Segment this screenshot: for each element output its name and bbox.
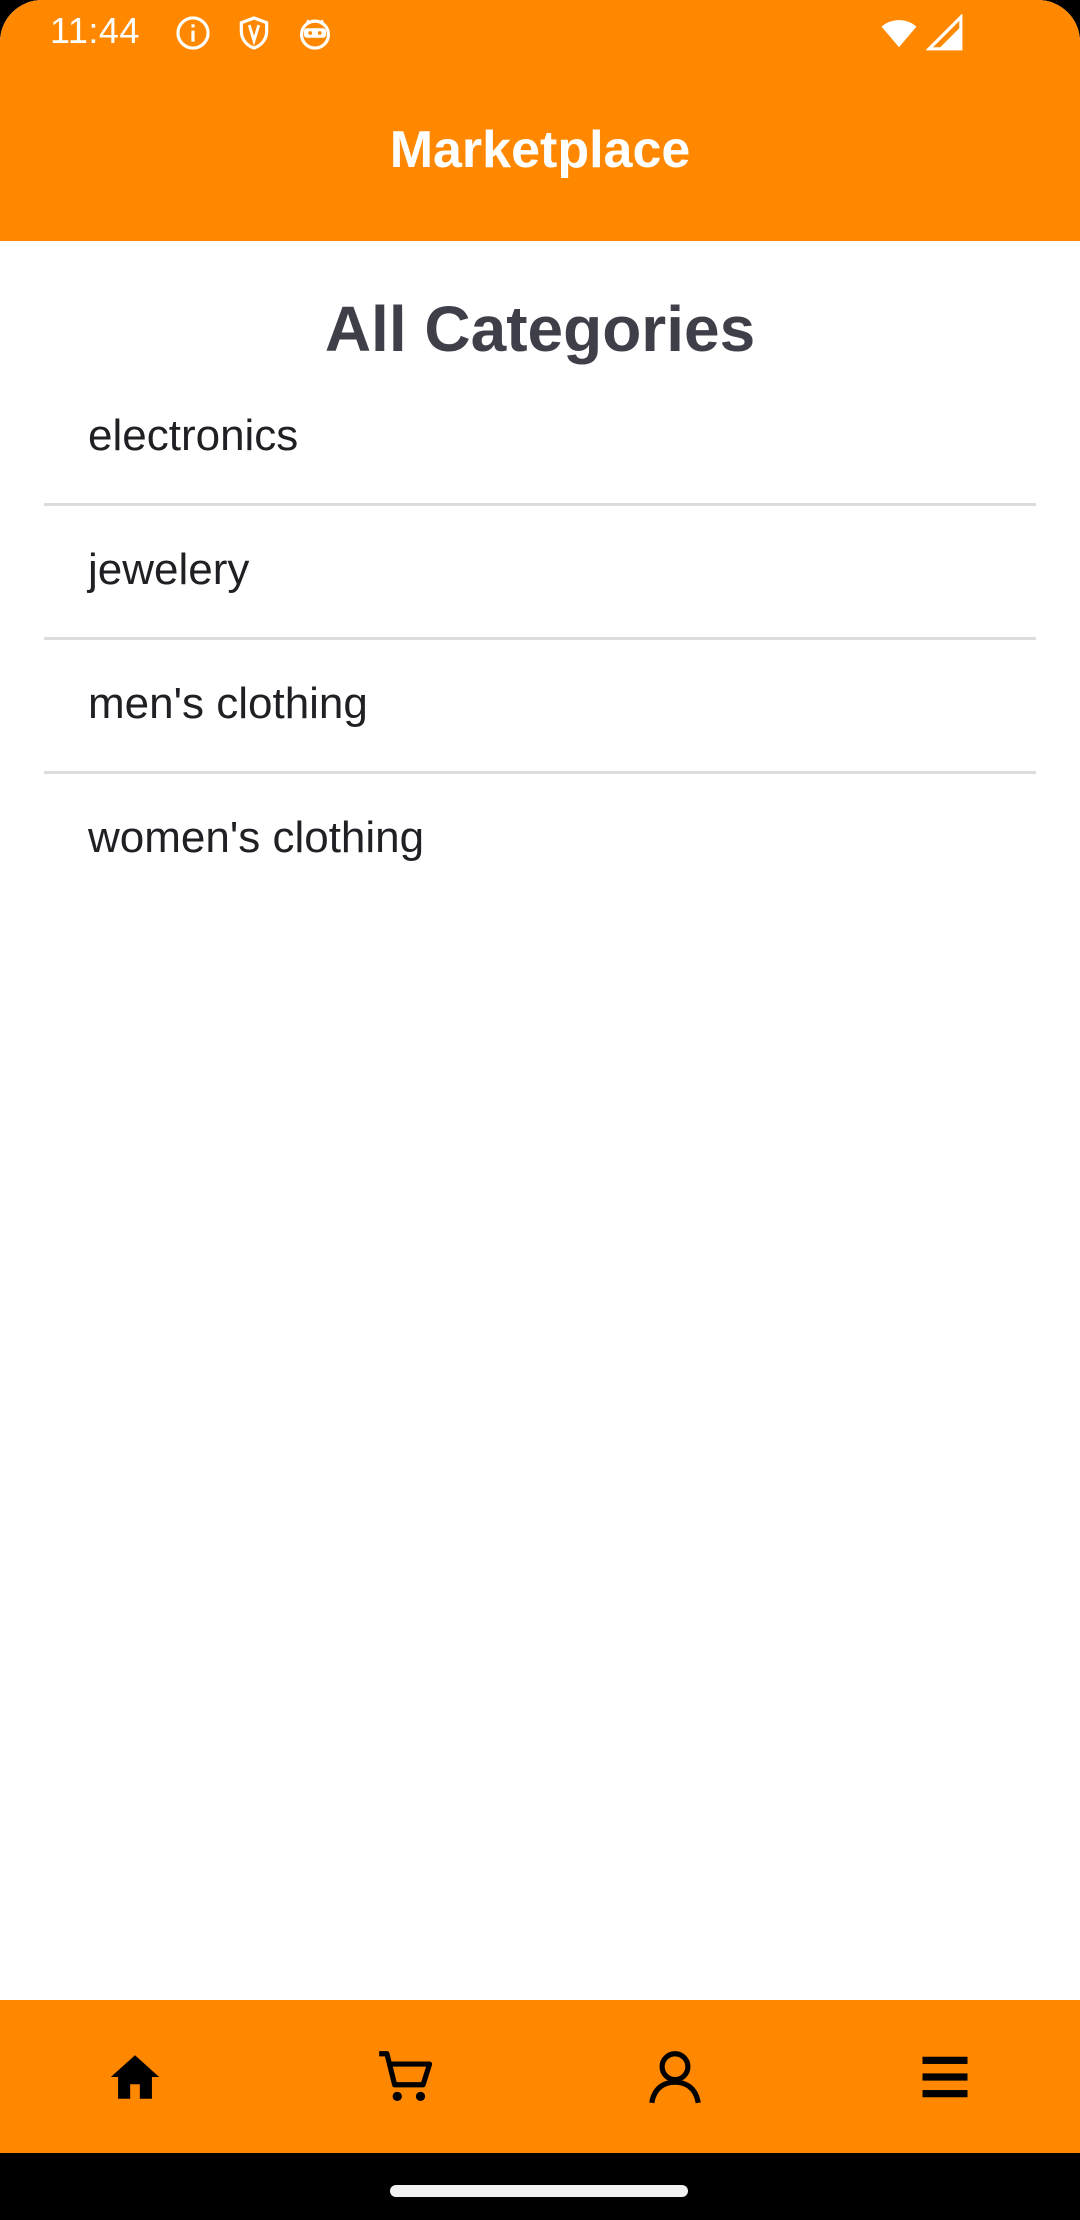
top-bar: 11:44 Marketplace [0, 0, 1080, 241]
category-label: electronics [88, 411, 299, 460]
app-screen: 11:44 Marketplace All Categories electro… [0, 0, 1080, 2220]
nav-menu-button[interactable] [810, 2000, 1080, 2153]
bottom-navigation [0, 2000, 1080, 2153]
profile-icon [644, 2046, 706, 2108]
signal-icon [926, 14, 964, 52]
shield-icon [235, 14, 273, 52]
category-item-mens-clothing[interactable]: men's clothing [44, 640, 1036, 774]
home-icon [106, 2048, 164, 2106]
status-time: 11:44 [50, 10, 140, 51]
status-bar: 11:44 [0, 0, 1080, 66]
menu-icon [918, 2050, 972, 2104]
nav-cart-button[interactable] [270, 2000, 540, 2153]
category-label: jewelery [88, 545, 250, 594]
home-gesture-handle[interactable] [390, 2185, 688, 2197]
category-item-womens-clothing[interactable]: women's clothing [44, 774, 1036, 908]
android-face-icon [296, 14, 334, 52]
info-icon [174, 14, 212, 52]
nav-home-button[interactable] [0, 2000, 270, 2153]
app-title: Marketplace [389, 121, 691, 179]
system-gesture-area [0, 2153, 1080, 2220]
category-label: men's clothing [88, 679, 368, 728]
wifi-icon [880, 14, 918, 52]
category-item-jewelery[interactable]: jewelery [44, 506, 1036, 640]
page-title: All Categories [324, 293, 756, 365]
category-item-electronics[interactable]: electronics [44, 372, 1036, 506]
nav-profile-button[interactable] [540, 2000, 810, 2153]
cart-icon [374, 2046, 436, 2108]
category-label: women's clothing [88, 813, 425, 862]
category-list: electronics jewelery men's clothing wome… [44, 372, 1036, 908]
